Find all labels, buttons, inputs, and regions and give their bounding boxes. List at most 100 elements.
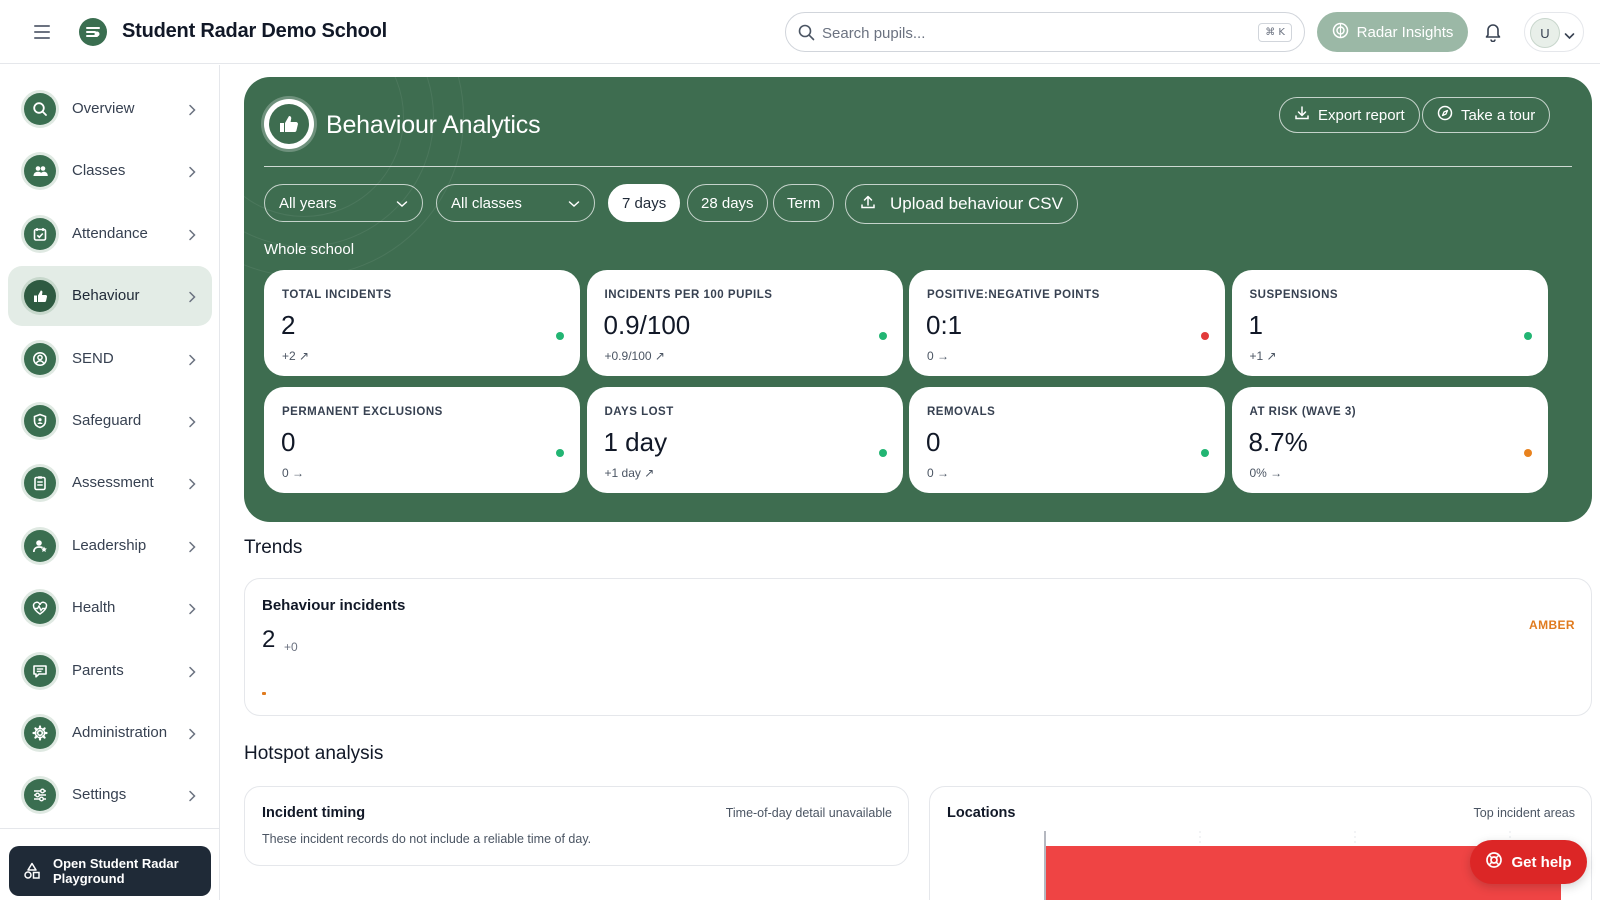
radar-icon	[1332, 22, 1349, 43]
chevron-right-icon	[188, 228, 196, 246]
take-tour-button[interactable]: Take a tour	[1422, 97, 1551, 133]
sidebar-item-label: Assessment	[72, 474, 154, 492]
stat-label: PERMANENT EXCLUSIONS	[282, 406, 443, 418]
bell-icon[interactable]	[1484, 22, 1502, 47]
sidebar-item-parents[interactable]: Parents	[8, 641, 212, 701]
user-menu-button[interactable]: U	[1524, 12, 1584, 52]
status-dot	[1523, 449, 1532, 457]
search-shortcut-hint: ⌘ K	[1258, 23, 1292, 42]
stat-card-days-lost[interactable]: DAYS LOST 1 day +1 day ↗	[586, 387, 903, 493]
stat-label: POSITIVE:NEGATIVE POINTS	[927, 289, 1100, 301]
year-select[interactable]: All years	[264, 184, 423, 222]
stat-card-permanent-exclusions[interactable]: PERMANENT EXCLUSIONS 0 0 →	[264, 387, 580, 493]
sliders-icon	[24, 779, 56, 812]
behaviour-analytics-panel: Behaviour Analytics Export report Take a…	[244, 77, 1592, 522]
upload-csv-label: Upload behaviour CSV	[890, 194, 1063, 213]
sidebar-item-label: SEND	[72, 349, 114, 367]
sidebar: Overview Classes Attendance Behaviour SEND Sa…	[0, 65, 220, 900]
sidebar-item-label: Settings	[72, 786, 127, 804]
sidebar-item-assessment[interactable]: Assessment	[8, 453, 212, 513]
hotspot-heading: Hotspot analysis	[244, 743, 384, 764]
sidebar-divider	[0, 828, 219, 829]
gear-icon	[24, 717, 56, 749]
radar-insights-label: Radar Insights	[1356, 23, 1454, 41]
search-icon	[24, 93, 56, 125]
status-dot	[1201, 449, 1209, 457]
sidebar-item-send[interactable]: SEND	[8, 329, 212, 389]
export-report-label: Export report	[1318, 106, 1405, 124]
heart-pulse-icon	[24, 592, 56, 625]
stat-label: SUSPENSIONS	[1249, 289, 1339, 301]
trend-value: 2	[262, 626, 276, 653]
rag-status-badge: AMBER	[1529, 618, 1575, 632]
sidebar-item-label: Safeguard	[72, 412, 142, 429]
status-dot	[556, 332, 564, 340]
period-28-days-button[interactable]: 28 days	[687, 184, 768, 222]
trend-card-title: Behaviour incidents	[262, 597, 406, 614]
period-term-button[interactable]: Term	[773, 184, 835, 222]
export-report-button[interactable]: Export report	[1279, 97, 1420, 133]
stat-label: AT RISK (WAVE 3)	[1249, 406, 1357, 418]
chevron-right-icon	[188, 290, 196, 308]
trend-delta: +0	[284, 640, 298, 654]
download-icon	[1294, 105, 1310, 125]
sidebar-item-behaviour[interactable]: Behaviour	[8, 266, 212, 327]
stat-value: 0	[281, 427, 296, 457]
menu-toggle-button[interactable]	[34, 21, 56, 43]
sidebar-item-safeguard[interactable]: Safeguard	[8, 391, 212, 451]
radar-insights-button[interactable]: Radar Insights	[1317, 12, 1468, 52]
chevron-right-icon	[188, 103, 196, 121]
stat-card-suspensions[interactable]: SUSPENSIONS 1 +1 ↗	[1231, 270, 1548, 376]
sidebar-item-attendance[interactable]: Attendance	[8, 204, 212, 264]
chevron-right-icon	[188, 665, 196, 683]
sidebar-item-overview[interactable]: Overview	[8, 79, 212, 139]
incident-timing-meta: Time-of-day detail unavailable	[725, 806, 892, 820]
open-playground-button[interactable]: Open Student Radar Playground	[9, 846, 211, 896]
stat-card-at-risk-wave-3[interactable]: AT RISK (WAVE 3) 8.7% 0% →	[1231, 387, 1548, 493]
incident-timing-card: Incident timing Time-of-day detail unava…	[244, 786, 909, 866]
stat-change: 0% →	[1249, 466, 1283, 480]
stat-label: TOTAL INCIDENTS	[282, 289, 392, 301]
panel-divider	[264, 166, 1572, 167]
thumbs-up-icon	[264, 99, 314, 149]
search-box[interactable]: ⌘ K	[785, 12, 1305, 52]
compass-icon	[1437, 105, 1453, 125]
stat-value: 8.7%	[1248, 427, 1308, 457]
users-icon	[24, 155, 56, 188]
incident-timing-title: Incident timing	[262, 805, 366, 821]
stat-value: 1 day	[603, 427, 668, 457]
sidebar-item-administration[interactable]: Administration	[8, 703, 212, 763]
stat-card-incidents-per-100-pupils[interactable]: INCIDENTS PER 100 PUPILS 0.9/100 +0.9/100 …	[586, 270, 903, 376]
upload-icon	[860, 194, 876, 215]
sidebar-item-classes[interactable]: Classes	[8, 141, 212, 201]
stat-value: 0	[926, 427, 941, 457]
search-input[interactable]	[822, 22, 1242, 44]
get-help-label: Get help	[1511, 853, 1572, 871]
period-7-days-button[interactable]: 7 days	[608, 184, 681, 222]
chevron-right-icon	[188, 165, 196, 183]
chevron-right-icon	[188, 353, 196, 371]
status-dot	[878, 332, 887, 340]
sidebar-item-label: Administration	[72, 724, 168, 741]
sidebar-item-health[interactable]: Health	[8, 578, 212, 638]
scope-label: Whole school	[264, 241, 355, 258]
behaviour-incidents-trend-card[interactable]: Behaviour incidents 2 +0 AMBER	[244, 578, 1592, 716]
chevron-right-icon	[188, 727, 196, 745]
stat-label: INCIDENTS PER 100 PUPILS	[604, 289, 773, 301]
stat-card-positive-negative-points[interactable]: POSITIVE:NEGATIVE POINTS 0:1 0 →	[909, 270, 1225, 376]
get-help-button[interactable]: Get help	[1470, 840, 1587, 884]
class-select[interactable]: All classes	[436, 184, 595, 222]
sidebar-item-settings[interactable]: Settings	[8, 765, 212, 825]
thumbs-up-icon	[24, 280, 56, 313]
sidebar-item-leadership[interactable]: Leadership	[8, 516, 212, 576]
status-dot	[556, 449, 564, 457]
stat-change: +1 day ↗	[604, 466, 655, 480]
sidebar-item-label: Leadership	[72, 536, 147, 554]
app-title: Student Radar Demo School	[122, 20, 388, 42]
stat-card-total-incidents[interactable]: TOTAL INCIDENTS 2 +2 ↗	[264, 270, 580, 376]
stat-card-removals[interactable]: REMOVALS 0 0 →	[909, 387, 1225, 493]
take-tour-label: Take a tour	[1461, 106, 1536, 124]
upload-csv-button[interactable]: Upload behaviour CSV	[845, 184, 1078, 224]
sidebar-item-label: Classes	[72, 162, 126, 180]
sidebar-item-label: Health	[72, 599, 116, 617]
